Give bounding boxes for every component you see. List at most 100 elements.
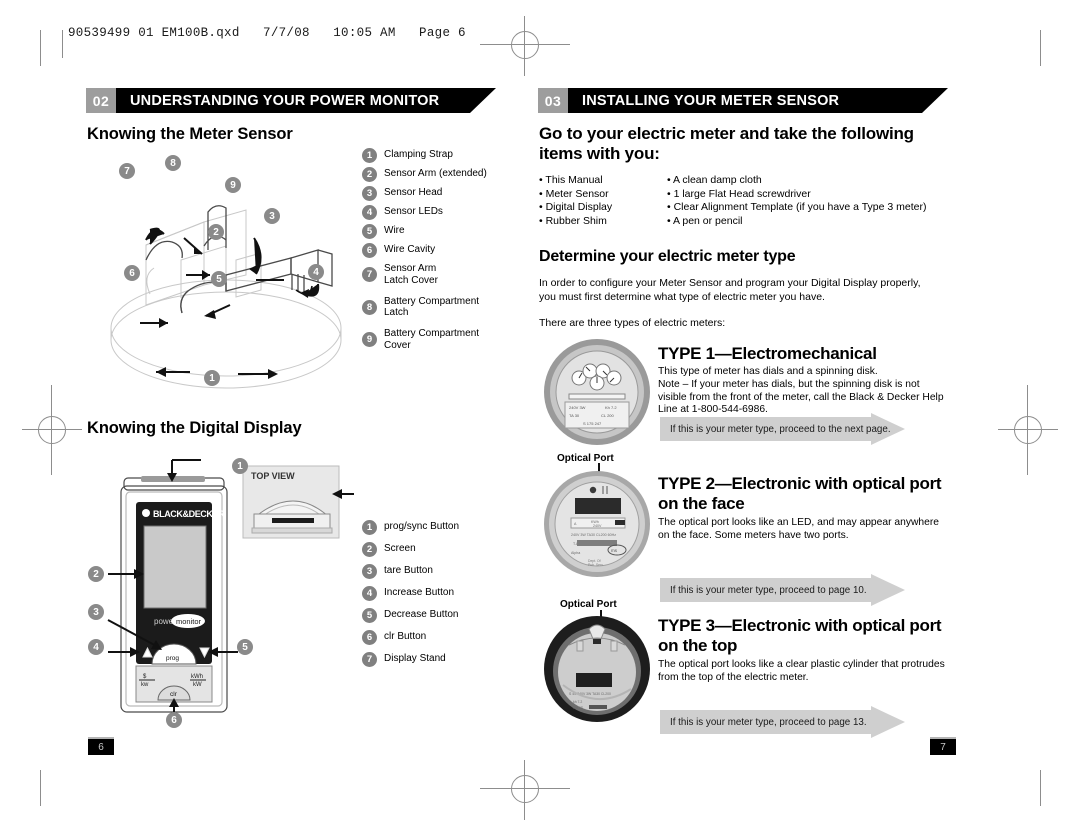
legend-number: 7 [362,652,377,667]
registration-mark-right [998,385,1058,475]
section-banner-03: 03 INSTALLING YOUR METER SENSOR [538,88,948,113]
svg-text:prog: prog [166,655,179,662]
legend-label: Wire [384,225,405,236]
type-2-arrow-text: If this is your meter type, proceed to p… [670,584,867,596]
legend-item: 6 clr Button [362,630,459,645]
svg-text:FM 2S: FM 2S [573,706,584,710]
items-column-2: • A clean damp cloth • 1 large Flat Head… [667,174,927,228]
legend-label: Increase Button [384,587,455,598]
legend-item: 4 Sensor LEDs [362,205,487,220]
legend-label: Sensor LEDs [384,206,443,217]
legend-item: 2 Screen [362,542,459,557]
svg-text:Alpha: Alpha [571,551,580,555]
legend-label: Sensor Arm (extended) [384,168,487,179]
svg-text:Kh 7.2: Kh 7.2 [605,405,617,410]
legend-label: Battery Compartment Latch [384,295,480,319]
legend-label: Sensor Head [384,187,443,198]
section-number-02: 02 [86,88,116,113]
type-3-title: TYPE 3—Electronic with optical port on t… [658,616,942,655]
trim-mark-tl-v [40,30,41,66]
display-legend-list: 1 prog/sync Button 2 Screen 3 tare Butto… [362,520,459,671]
digital-display-illustration: BLACK&DECKER power monitor prog $ kw kWh… [107,459,354,720]
legend-number: 1 [362,148,377,163]
svg-text:CL 200: CL 200 [601,413,615,418]
legend-number: 6 [362,630,377,645]
legend-number: 6 [362,243,377,258]
svg-text:kWh: kWh [191,674,203,680]
legend-number: 2 [362,167,377,182]
legend-label: Wire Cavity [384,244,436,255]
legend-item: 8 Battery Compartment Latch [362,295,487,320]
trim-mark-tr-v [1040,30,1041,66]
legend-item: 5 Decrease Button [362,608,459,623]
type-2-arrow-banner: If this is your meter type, proceed to p… [660,574,905,606]
legend-label: Screen [384,543,416,554]
section-number-03: 03 [538,88,568,113]
svg-text:kW: kW [193,682,202,688]
legend-label: Display Stand [384,653,446,664]
legend-item: 1 prog/sync Button [362,520,459,535]
legend-item: 1 Clamping Strap [362,148,487,163]
svg-text:TOP VIEW: TOP VIEW [251,471,295,481]
svg-text:S 175 247: S 175 247 [583,421,602,426]
legend-label: prog/sync Button [384,521,460,532]
callout-2: 2 [208,224,224,240]
legend-item: 3 Sensor Head [362,186,487,201]
heading-knowing-meter-sensor: Knowing the Meter Sensor [87,125,293,143]
section-title-02: UNDERSTANDING YOUR POWER MONITOR [130,92,440,109]
registration-mark-top [480,16,570,76]
svg-text:TA 30: TA 30 [569,413,580,418]
print-slug: 90539499 01 EM100B.qxd 7/7/08 10:05 AM P… [68,26,466,40]
meter-photo-type-2: A KWh240V 240V 3W TA30 CL200 60Hz T.A. Al… [544,471,650,577]
heading-go-to-meter: Go to your electric meter and take the f… [539,124,914,163]
svg-text:monitor: monitor [176,617,202,626]
callout-8: 8 [165,155,181,171]
bullet-item: • A clean damp cloth [667,174,762,186]
svg-text:kh 7.2: kh 7.2 [573,700,582,704]
bullet-item: • Clear Alignment Template (if you have … [667,201,927,214]
type-3-arrow-banner: If this is your meter type, proceed to p… [660,706,905,738]
type-1-arrow-banner: If this is your meter type, proceed to t… [660,413,905,445]
svg-text:clr: clr [170,691,178,698]
legend-label: clr Button [384,631,427,642]
display-callout-6: 6 [166,712,182,728]
trim-mark-bl-v [40,770,41,806]
svg-text:240V 3W: 240V 3W [569,405,586,410]
heading-knowing-digital-display: Knowing the Digital Display [87,419,302,437]
display-callout-4: 4 [88,639,104,655]
legend-item: 3 tare Button [362,564,459,579]
callout-5: 5 [211,271,227,287]
callout-3: 3 [264,208,280,224]
sensor-legend-list: 1 Clamping Strap 2 Sensor Arm (extended)… [362,148,487,356]
legend-label: tare Button [384,565,433,576]
legend-number: 5 [362,224,377,239]
bullet-item: • This Manual [539,174,603,186]
type-1-title: TYPE 1—Electromechanical [658,344,877,363]
callout-4: 4 [308,264,324,280]
legend-number: 8 [362,299,377,315]
callout-6: 6 [124,265,140,281]
svg-text:240V: 240V [593,524,602,528]
page-number-right: 7 [930,737,956,755]
legend-number: 4 [362,586,377,601]
legend-number: 1 [362,520,377,535]
callout-7: 7 [119,163,135,179]
legend-item: 6 Wire Cavity [362,243,487,258]
type-2-body: The optical port looks like an LED, and … [658,517,940,541]
trim-mark-slug [62,30,63,58]
type-2-title: TYPE 2—Electronic with optical port on t… [658,474,942,513]
legend-number: 3 [362,186,377,201]
items-column-1: • This Manual • Meter Sensor • Digital D… [539,174,612,228]
display-callout-5: 5 [237,639,253,655]
legend-label: Clamping Strap [384,149,453,160]
meter-photo-type-3: S 4S 240V 3W TA30 CL200 kh 7.2 FM 2S 60H… [544,616,650,722]
svg-text:ms: ms [611,548,618,553]
registration-mark-left [22,385,82,475]
svg-text:240V 3W TA30 CL200 60Hz: 240V 3W TA30 CL200 60Hz [571,533,616,537]
bullet-item: • 1 large Flat Head screwdriver [667,187,811,200]
type-3-body: The optical port looks like a clear plas… [658,659,945,683]
legend-number: 7 [362,267,377,282]
legend-item: 7 Display Stand [362,652,459,667]
page-number-left: 6 [88,737,114,755]
paragraph-determine: In order to configure your Meter Sensor … [539,277,921,303]
